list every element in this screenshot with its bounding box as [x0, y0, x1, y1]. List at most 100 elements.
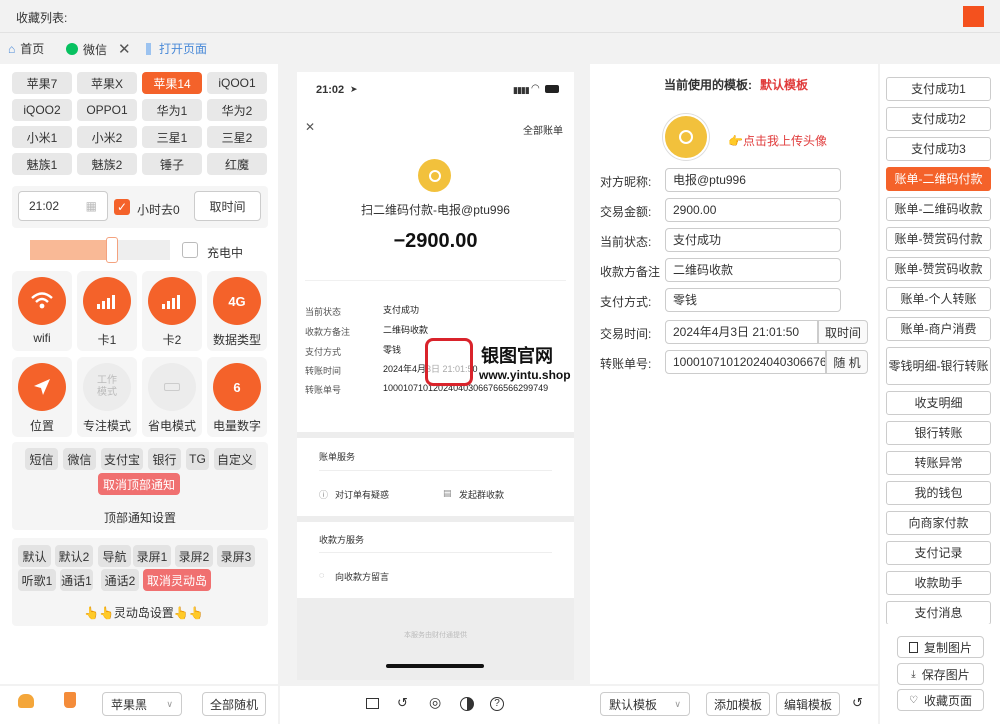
save-image-button[interactable]: ⤓ 保存图片 [897, 663, 984, 685]
tab-open-page[interactable]: 打开页面 [146, 40, 207, 57]
help-icon[interactable]: ? [490, 697, 504, 711]
template-button[interactable]: 账单-赞赏码收款 [886, 257, 991, 281]
template-button[interactable]: 支付成功2 [886, 107, 991, 131]
notify-source-button[interactable]: 银行 [148, 448, 181, 470]
device-button[interactable]: 华为1 [142, 99, 202, 121]
device-button[interactable]: 锤子 [142, 153, 202, 175]
reset-icon[interactable]: ↺ [852, 695, 863, 711]
copy-image-button[interactable]: 复制图片 [897, 636, 984, 658]
device-button[interactable]: 小米1 [12, 126, 72, 148]
sim1-tile[interactable]: 卡1 [77, 271, 137, 351]
device-button[interactable]: iQOO2 [12, 99, 72, 121]
battery-slider[interactable] [30, 237, 170, 263]
field-input[interactable]: 二维码收款 [665, 258, 841, 282]
edit-template-button[interactable]: 编辑模板 [776, 692, 840, 716]
template-button[interactable]: 零钱明细-银行转账 [886, 347, 991, 385]
theme-select[interactable]: 苹果黑 ∨ [102, 692, 182, 716]
avatar[interactable] [663, 114, 709, 160]
device-button[interactable]: 三星1 [142, 126, 202, 148]
device-button[interactable]: 苹果14 [142, 72, 202, 94]
island-settings-label[interactable]: 👆👆灵动岛设置👆👆 [84, 604, 204, 621]
wifi-tile[interactable]: wifi [12, 271, 72, 351]
fetch-time-button[interactable]: 取时间 [818, 320, 868, 344]
notify-settings-label[interactable]: 顶部通知设置 [104, 509, 176, 526]
field-input[interactable]: 100010710120240403066766 [665, 350, 826, 374]
island-style-button[interactable]: 通话1 [60, 569, 93, 591]
template-button[interactable]: 支付成功1 [886, 77, 991, 101]
island-style-button[interactable]: 录屏3 [217, 545, 255, 567]
template-button[interactable]: 账单-二维码收款 [886, 197, 991, 221]
template-button[interactable]: 我的钱包 [886, 481, 991, 505]
all-bills-link[interactable]: 全部账单 [523, 122, 563, 137]
random-all-button[interactable]: 全部随机 [202, 692, 266, 716]
cancel-island-button[interactable]: 取消灵动岛 [143, 569, 211, 591]
favorite-page-button[interactable]: ♡ 收藏页面 [897, 689, 984, 711]
island-style-button[interactable]: 默认 [18, 545, 51, 567]
device-button[interactable]: 苹果X [77, 72, 137, 94]
field-input[interactable]: 电报@ptu996 [665, 168, 841, 192]
notify-source-button[interactable]: 支付宝 [101, 448, 143, 470]
close-icon[interactable]: ✕ [118, 40, 131, 58]
island-style-button[interactable]: 导航 [98, 545, 131, 567]
notify-source-button[interactable]: TG [186, 448, 209, 470]
field-input[interactable]: 支付成功 [665, 228, 841, 252]
random-serial-button[interactable]: 随 机 [826, 350, 868, 374]
template-button[interactable]: 支付记录 [886, 541, 991, 565]
device-button[interactable]: 华为2 [207, 99, 267, 121]
device-button[interactable]: 小米2 [77, 126, 137, 148]
tab-home[interactable]: ⌂ 首页 [8, 40, 44, 57]
notify-source-button[interactable]: 自定义 [214, 448, 256, 470]
sim2-tile[interactable]: 卡2 [142, 271, 202, 351]
template-button[interactable]: 银行转账 [886, 421, 991, 445]
template-button[interactable]: 向商家付款 [886, 511, 991, 535]
field-input[interactable]: 2900.00 [665, 198, 841, 222]
template-button[interactable]: 账单-二维码付款 [886, 167, 991, 191]
device-button[interactable]: OPPO1 [77, 99, 137, 121]
device-button[interactable]: 苹果7 [12, 72, 72, 94]
cancel-time-button[interactable]: 取时间 [194, 191, 261, 221]
template-button[interactable]: 转账异常 [886, 451, 991, 475]
template-select[interactable]: 默认模板 ∨ [600, 692, 690, 716]
device-button[interactable]: 魅族1 [12, 153, 72, 175]
group-collect-link[interactable]: 发起群收款 [459, 488, 504, 501]
field-input[interactable]: 零钱 [665, 288, 841, 312]
add-template-button[interactable]: 添加模板 [706, 692, 770, 716]
close-icon[interactable]: ✕ [305, 120, 315, 134]
eye-off-icon[interactable]: ◎ [429, 694, 441, 711]
drink-icon[interactable] [64, 692, 76, 708]
device-button[interactable]: iQOO1 [207, 72, 267, 94]
device-button[interactable]: 红魔 [207, 153, 267, 175]
power-save-tile[interactable]: 省电模式 [142, 357, 202, 437]
leave-message-link[interactable]: 向收款方留言 [335, 570, 389, 583]
cancel-top-notify-button[interactable]: 取消顶部通知 [98, 473, 180, 495]
tab-wechat[interactable]: 微信 ✕ [66, 40, 131, 58]
picture-in-picture-icon[interactable] [366, 698, 379, 709]
island-style-button[interactable]: 通话2 [101, 569, 139, 591]
burger-icon[interactable] [18, 694, 34, 708]
template-button[interactable]: 账单-商户消费 [886, 317, 991, 341]
template-button[interactable]: 支付消息 [886, 601, 991, 625]
device-button[interactable]: 魅族2 [77, 153, 137, 175]
field-input[interactable]: 2024年4月3日 21:01:50 [665, 320, 818, 344]
hours-ago-checkbox[interactable]: ✓ [114, 199, 130, 215]
island-style-button[interactable]: 录屏2 [175, 545, 213, 567]
notify-source-button[interactable]: 短信 [25, 448, 58, 470]
template-button[interactable]: 账单-个人转账 [886, 287, 991, 311]
color-swatch[interactable] [963, 6, 984, 27]
device-button[interactable]: 三星2 [207, 126, 267, 148]
data-type-tile[interactable]: 4G 数据类型 [207, 271, 267, 351]
time-input[interactable]: 21:02 ▦ [18, 191, 108, 221]
location-tile[interactable]: 位置 [12, 357, 72, 437]
island-style-button[interactable]: 默认2 [55, 545, 93, 567]
refresh-icon[interactable]: ↺ [397, 695, 408, 711]
focus-tile[interactable]: 工作模式 专注模式 [77, 357, 137, 437]
charging-checkbox[interactable] [182, 242, 198, 258]
contrast-icon[interactable] [460, 697, 474, 711]
template-button[interactable]: 账单-赞赏码付款 [886, 227, 991, 251]
battery-number-tile[interactable]: 6 电量数字 [207, 357, 267, 437]
island-style-button[interactable]: 听歌1 [18, 569, 56, 591]
upload-avatar-link[interactable]: 👉点击我上传头像 [728, 132, 827, 149]
template-button[interactable]: 收款助手 [886, 571, 991, 595]
order-doubt-link[interactable]: 对订单有疑惑 [335, 488, 389, 501]
notify-source-button[interactable]: 微信 [63, 448, 96, 470]
